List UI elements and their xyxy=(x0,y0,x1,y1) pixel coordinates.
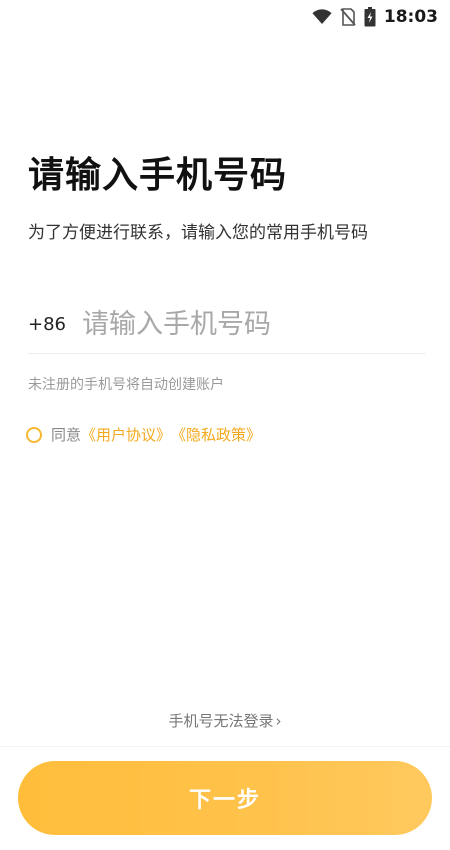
chevron-right-icon: › xyxy=(275,712,282,730)
page-subtitle: 为了方便进行联系，请输入您的常用手机号码 xyxy=(28,223,368,243)
sim-blocked-icon xyxy=(340,8,356,26)
phone-input-row: +86 xyxy=(28,296,426,354)
status-time: 18:03 xyxy=(383,7,438,27)
next-step-button[interactable]: 下一步 xyxy=(18,761,432,835)
agree-radio[interactable] xyxy=(26,426,42,443)
cannot-login-label: 手机号无法登录 xyxy=(168,712,274,730)
battery-charging-icon xyxy=(364,7,376,27)
cannot-login-link[interactable]: 手机号无法登录 › xyxy=(0,710,450,731)
privacy-policy-link[interactable]: 《隐私政策》 xyxy=(171,424,261,445)
wifi-icon xyxy=(312,9,332,24)
divider xyxy=(0,746,450,747)
user-agreement-link[interactable]: 《用户协议》 xyxy=(81,424,171,445)
page-title: 请输入手机号码 xyxy=(28,155,288,196)
agree-prefix: 同意 xyxy=(51,426,82,444)
auto-register-hint: 未注册的手机号将自动创建账户 xyxy=(28,377,224,393)
country-code[interactable]: +86 xyxy=(28,314,66,335)
phone-input[interactable] xyxy=(82,309,426,340)
status-bar: 18:03 xyxy=(0,0,450,34)
agreement-row: 同意 《用户协议》 《隐私政策》 xyxy=(26,424,261,445)
